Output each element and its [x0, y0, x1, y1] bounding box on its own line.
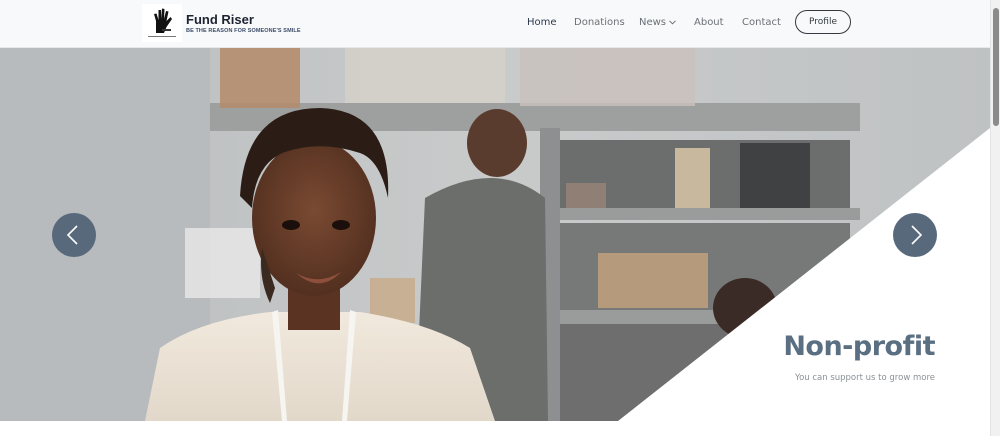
nav-donations[interactable]: Donations — [574, 17, 625, 28]
hand-logo-icon — [142, 4, 182, 42]
nav-about[interactable]: About — [694, 17, 724, 28]
nav-news[interactable]: News — [639, 17, 676, 28]
chevron-down-icon — [669, 20, 676, 25]
nav-contact[interactable]: Contact — [742, 17, 781, 28]
site-header: Fund Riser BE THE REASON FOR SOMEONE'S S… — [0, 0, 990, 48]
hero-image — [0, 48, 990, 421]
nav-news-label: News — [639, 17, 667, 28]
logo[interactable] — [142, 4, 182, 42]
scrollbar-thumb[interactable] — [993, 8, 999, 126]
carousel-next-button[interactable] — [893, 213, 937, 257]
brand-tagline: BE THE REASON FOR SOMEONE'S SMILE — [186, 28, 301, 34]
brand-title[interactable]: Fund Riser — [186, 12, 254, 27]
nav-home[interactable]: Home — [527, 17, 557, 28]
slide-title: Non-profit — [783, 331, 935, 362]
chevron-left-icon — [66, 225, 78, 245]
hero-carousel: Non-profit You can support us to grow mo… — [0, 48, 990, 421]
slide-text: You can support us to grow more — [795, 373, 935, 383]
profile-button[interactable]: Profile — [795, 10, 851, 34]
page-scrollbar[interactable] — [990, 0, 1000, 436]
carousel-prev-button[interactable] — [52, 213, 96, 257]
chevron-right-icon — [911, 225, 923, 245]
